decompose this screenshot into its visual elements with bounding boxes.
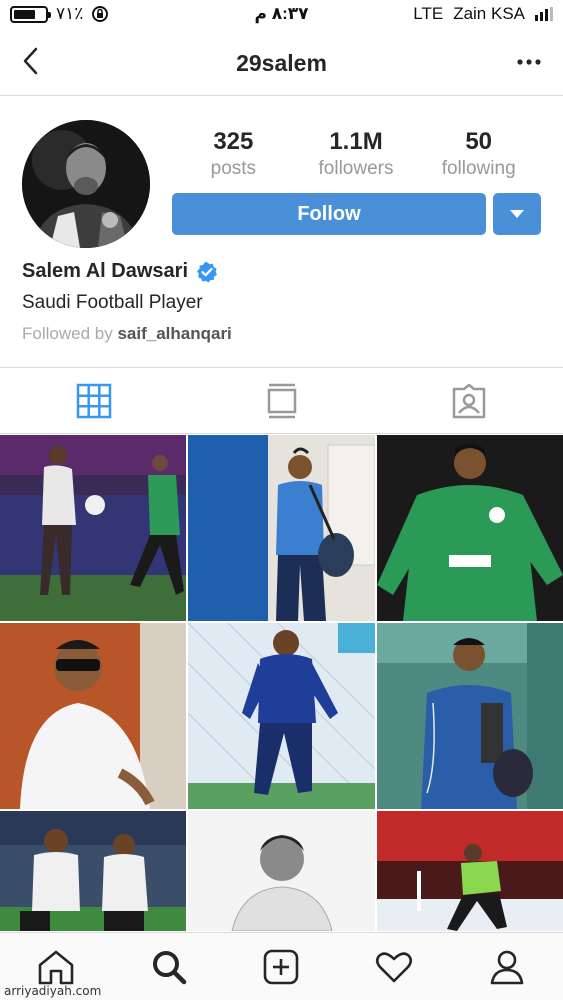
caret-down-icon (510, 210, 524, 218)
post-thumbnail[interactable] (0, 811, 186, 931)
profile-username: 29salem (236, 50, 327, 76)
followers-count: 1.1M (329, 128, 383, 155)
profile-full-name: Salem Al Dawsari (22, 260, 189, 282)
profile-view-tabs (0, 367, 563, 434)
tagged-icon (452, 383, 486, 418)
following-count: 50 (465, 128, 493, 155)
posts-grid (0, 435, 563, 931)
signal-icon (535, 7, 553, 21)
profile-avatar[interactable] (22, 120, 150, 248)
heart-icon (376, 951, 413, 982)
tab-new-post[interactable] (225, 933, 338, 1000)
nav-bar: 29salem (0, 32, 563, 96)
followers-stat[interactable]: 1.1M followers (295, 128, 418, 180)
status-bar: ٧١٪ ٨:٣٧ م LTE Zain KSA (0, 0, 563, 32)
tab-grid[interactable] (0, 368, 188, 433)
network-type: LTE (413, 4, 444, 23)
source-watermark: arriyadiyah.com (4, 984, 102, 998)
posts-stat[interactable]: 325 posts (172, 128, 295, 180)
post-thumbnail[interactable] (188, 811, 375, 931)
search-icon (152, 950, 187, 984)
posts-label: posts (210, 158, 257, 179)
following-label: following (441, 158, 516, 179)
more-options-button[interactable] (515, 50, 543, 74)
followed-by-prefix: Followed by (22, 324, 113, 343)
followed-by: Followed by saif_alhanqari (22, 324, 232, 344)
tab-feed[interactable] (188, 368, 376, 433)
profile-name: Salem Al Dawsari (22, 260, 218, 283)
grid-icon (76, 383, 112, 418)
post-thumbnail[interactable] (188, 435, 375, 621)
post-thumbnail[interactable] (377, 811, 563, 931)
posts-count: 325 (213, 128, 254, 155)
verified-badge-icon (197, 261, 218, 282)
post-thumbnail[interactable] (0, 623, 186, 809)
more-horizontal-icon (517, 59, 541, 65)
tab-search[interactable] (113, 933, 226, 1000)
add-post-icon (264, 949, 299, 984)
post-thumbnail[interactable] (0, 435, 186, 621)
feed-icon (267, 383, 296, 418)
follow-button[interactable]: Follow (172, 193, 486, 235)
followers-label: followers (318, 158, 394, 179)
profile-bio: Saudi Football Player (22, 292, 203, 313)
profile-icon (490, 950, 523, 984)
post-thumbnail[interactable] (377, 435, 563, 621)
post-thumbnail[interactable] (377, 623, 563, 809)
carrier-name: Zain KSA (453, 4, 525, 23)
tab-activity[interactable] (338, 933, 451, 1000)
following-stat[interactable]: 50 following (417, 128, 540, 180)
suggested-accounts-button[interactable] (493, 193, 541, 235)
post-thumbnail[interactable] (188, 623, 375, 809)
tab-profile[interactable] (450, 933, 563, 1000)
home-icon (38, 950, 74, 984)
followed-by-user-link[interactable]: saif_alhanqari (117, 324, 231, 343)
profile-stats: 325 posts 1.1M followers 50 following (172, 128, 540, 180)
tab-tagged[interactable] (375, 368, 563, 433)
